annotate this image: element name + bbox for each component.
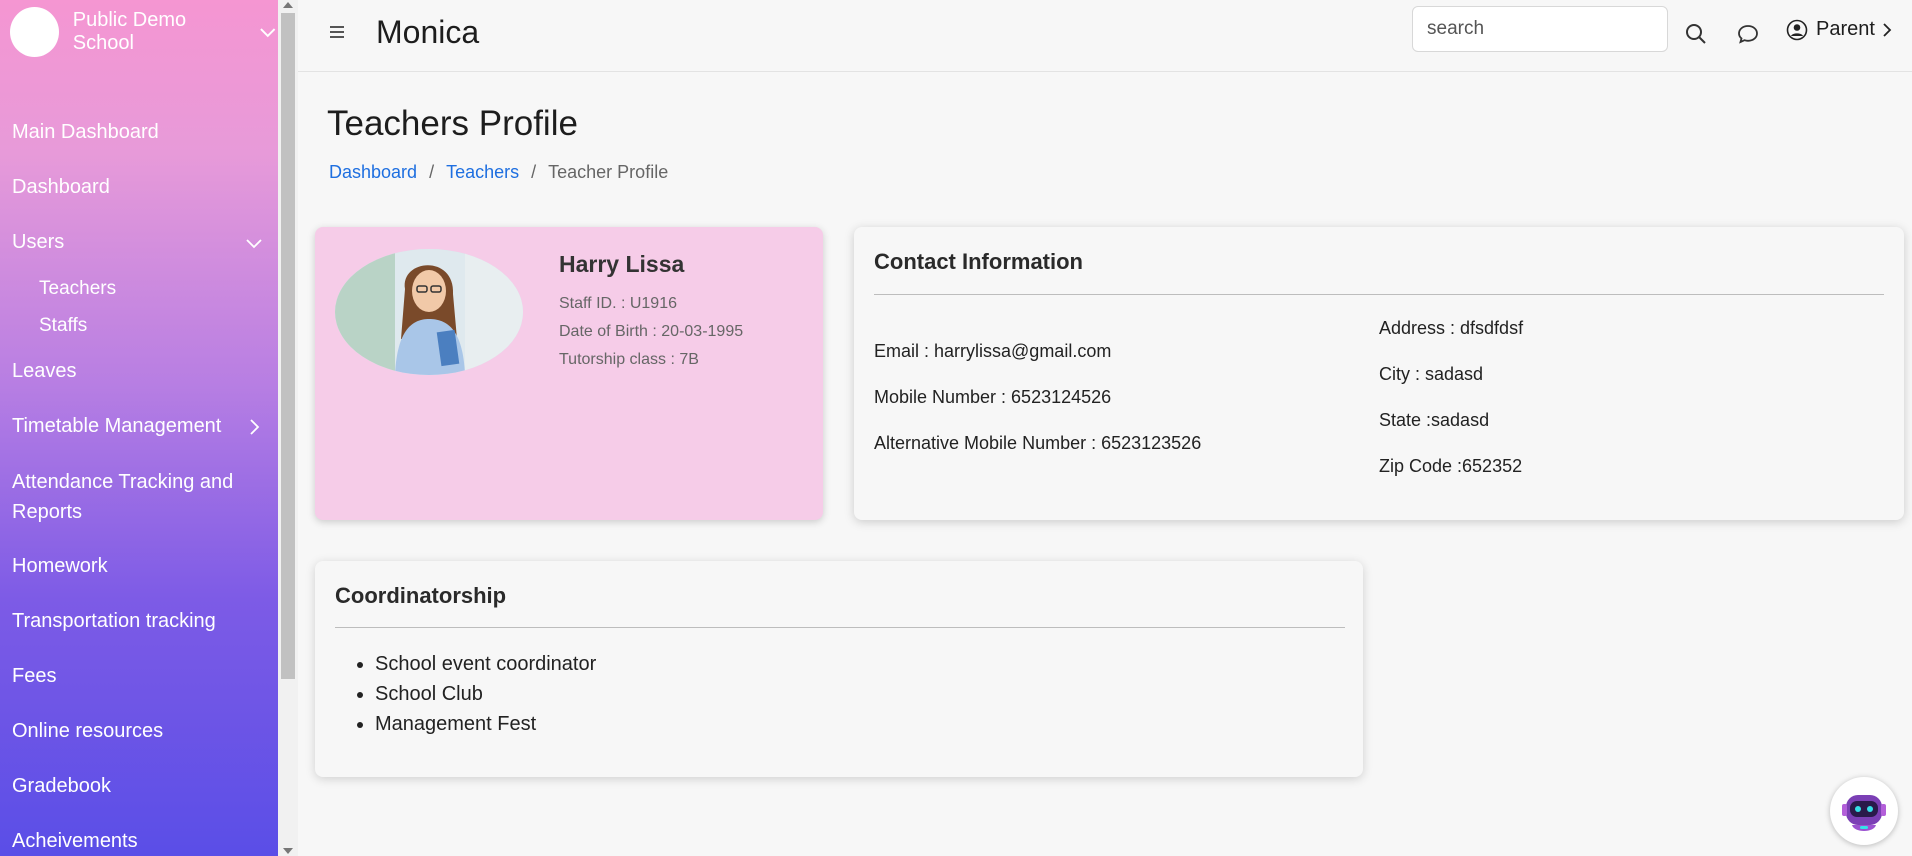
sidebar-item-label: Attendance Tracking and Reports [12, 470, 234, 523]
sidebar-subitem-teachers[interactable]: Teachers [0, 270, 278, 307]
breadcrumb-teachers[interactable]: Teachers [446, 162, 519, 183]
coordinatorship-card: Coordinatorship School event coordinator… [315, 561, 1363, 777]
date-of-birth: Date of Birth : 20-03-1995 [559, 323, 744, 340]
hamburger-menu-icon[interactable] [330, 26, 344, 41]
sidebar-item-fees[interactable]: Fees [0, 649, 278, 704]
breadcrumb: Dashboard / Teachers / Teacher Profile [329, 162, 668, 183]
top-bar: Monica Parent [298, 0, 1912, 72]
contact-zip: Zip Code :652352 [1379, 456, 1523, 476]
scroll-down-arrow-icon[interactable] [283, 848, 293, 854]
card-divider [874, 294, 1884, 295]
sidebar-item-label: Fees [12, 665, 57, 687]
sidebar-item-achievements[interactable]: Acheivements [0, 814, 278, 856]
card-divider [335, 627, 1345, 628]
list-item: School Club [375, 679, 596, 709]
scrollbar-thumb[interactable] [281, 13, 295, 679]
sidebar-item-transportation[interactable]: Transportation tracking [0, 594, 278, 649]
contact-email: Email : harrylissa@gmail.com [874, 341, 1112, 361]
robot-icon [1834, 781, 1894, 841]
chevron-right-icon [1883, 22, 1892, 37]
contact-state: State :sadasd [1379, 410, 1490, 430]
chatbot-button[interactable] [1830, 777, 1898, 845]
contact-city: City : sadasd [1379, 364, 1484, 384]
breadcrumb-separator: / [531, 162, 537, 182]
coordinatorship-list: School event coordinator School Club Man… [335, 649, 596, 739]
sidebar-nav: Main Dashboard Dashboard Users Teachers … [0, 105, 278, 856]
breadcrumb-dashboard[interactable]: Dashboard [329, 162, 417, 183]
user-circle-icon [1786, 19, 1808, 40]
search-icon[interactable] [1684, 22, 1708, 46]
list-item: School event coordinator [375, 649, 596, 679]
sidebar-item-homework[interactable]: Homework [0, 539, 278, 594]
scroll-up-arrow-icon[interactable] [283, 2, 293, 8]
list-item: Management Fest [375, 709, 596, 739]
sidebar-scrollbar[interactable] [278, 0, 298, 856]
user-menu-label: Parent [1816, 18, 1875, 40]
sidebar-item-label: Homework [12, 555, 108, 577]
page-title: Teachers Profile [327, 104, 578, 143]
teacher-name: Harry Lissa [559, 251, 685, 277]
school-logo [10, 7, 59, 57]
breadcrumb-current: Teacher Profile [548, 162, 669, 182]
sidebar-item-label: Timetable Management [12, 415, 222, 437]
sidebar-item-label: Acheivements [12, 830, 138, 852]
sidebar-item-main-dashboard[interactable]: Main Dashboard [0, 105, 278, 160]
sidebar-subitem-staffs[interactable]: Staffs [0, 307, 278, 344]
contact-alt-mobile: Alternative Mobile Number : 6523123526 [874, 433, 1202, 453]
sidebar-item-attendance[interactable]: Attendance Tracking and Reports [0, 454, 278, 539]
chevron-right-icon [250, 418, 260, 435]
sidebar-item-label: Users [12, 231, 65, 253]
school-name: Public Demo School [72, 9, 187, 54]
sidebar-item-label: Main Dashboard [12, 121, 159, 143]
sidebar-item-label: Transportation tracking [12, 610, 216, 632]
teacher-profile-card: Harry Lissa Staff ID. : U1916 Date of Bi… [315, 227, 823, 520]
school-switcher[interactable]: Public Demo School [10, 6, 278, 58]
contact-mobile: Mobile Number : 6523124526 [874, 387, 1112, 407]
staff-id: Staff ID. : U1916 [559, 295, 677, 312]
teacher-photo [335, 249, 523, 375]
user-menu[interactable]: Parent [1786, 18, 1903, 41]
sidebar-item-timetable[interactable]: Timetable Management [0, 399, 278, 454]
chevron-down-icon [246, 238, 262, 248]
chevron-down-icon [260, 28, 276, 38]
sidebar-item-label: Dashboard [12, 176, 110, 198]
sidebar-item-gradebook[interactable]: Gradebook [0, 759, 278, 814]
coordinatorship-title: Coordinatorship [335, 583, 507, 608]
contact-card-title: Contact Information [874, 249, 1083, 274]
breadcrumb-separator: / [429, 162, 435, 182]
sidebar: Public Demo School Main Dashboard Dashbo… [0, 0, 278, 856]
sidebar-item-label: Leaves [12, 360, 77, 382]
sidebar-item-label: Online resources [12, 720, 164, 742]
sidebar-item-dashboard[interactable]: Dashboard [0, 160, 278, 215]
contact-information-card: Contact Information Email : harrylissa@g… [854, 227, 1904, 520]
tutorship-class: Tutorship class : 7B [559, 351, 699, 368]
search-input[interactable] [1412, 6, 1668, 52]
sidebar-item-label: Gradebook [12, 775, 111, 797]
sidebar-item-users[interactable]: Users [0, 215, 278, 270]
contact-address: Address : dfsdfdsf [1379, 318, 1524, 338]
sidebar-item-online-resources[interactable]: Online resources [0, 704, 278, 759]
sidebar-item-leaves[interactable]: Leaves [0, 344, 278, 399]
chat-bubble-icon[interactable] [1736, 22, 1760, 46]
app-title: Monica [376, 14, 480, 50]
